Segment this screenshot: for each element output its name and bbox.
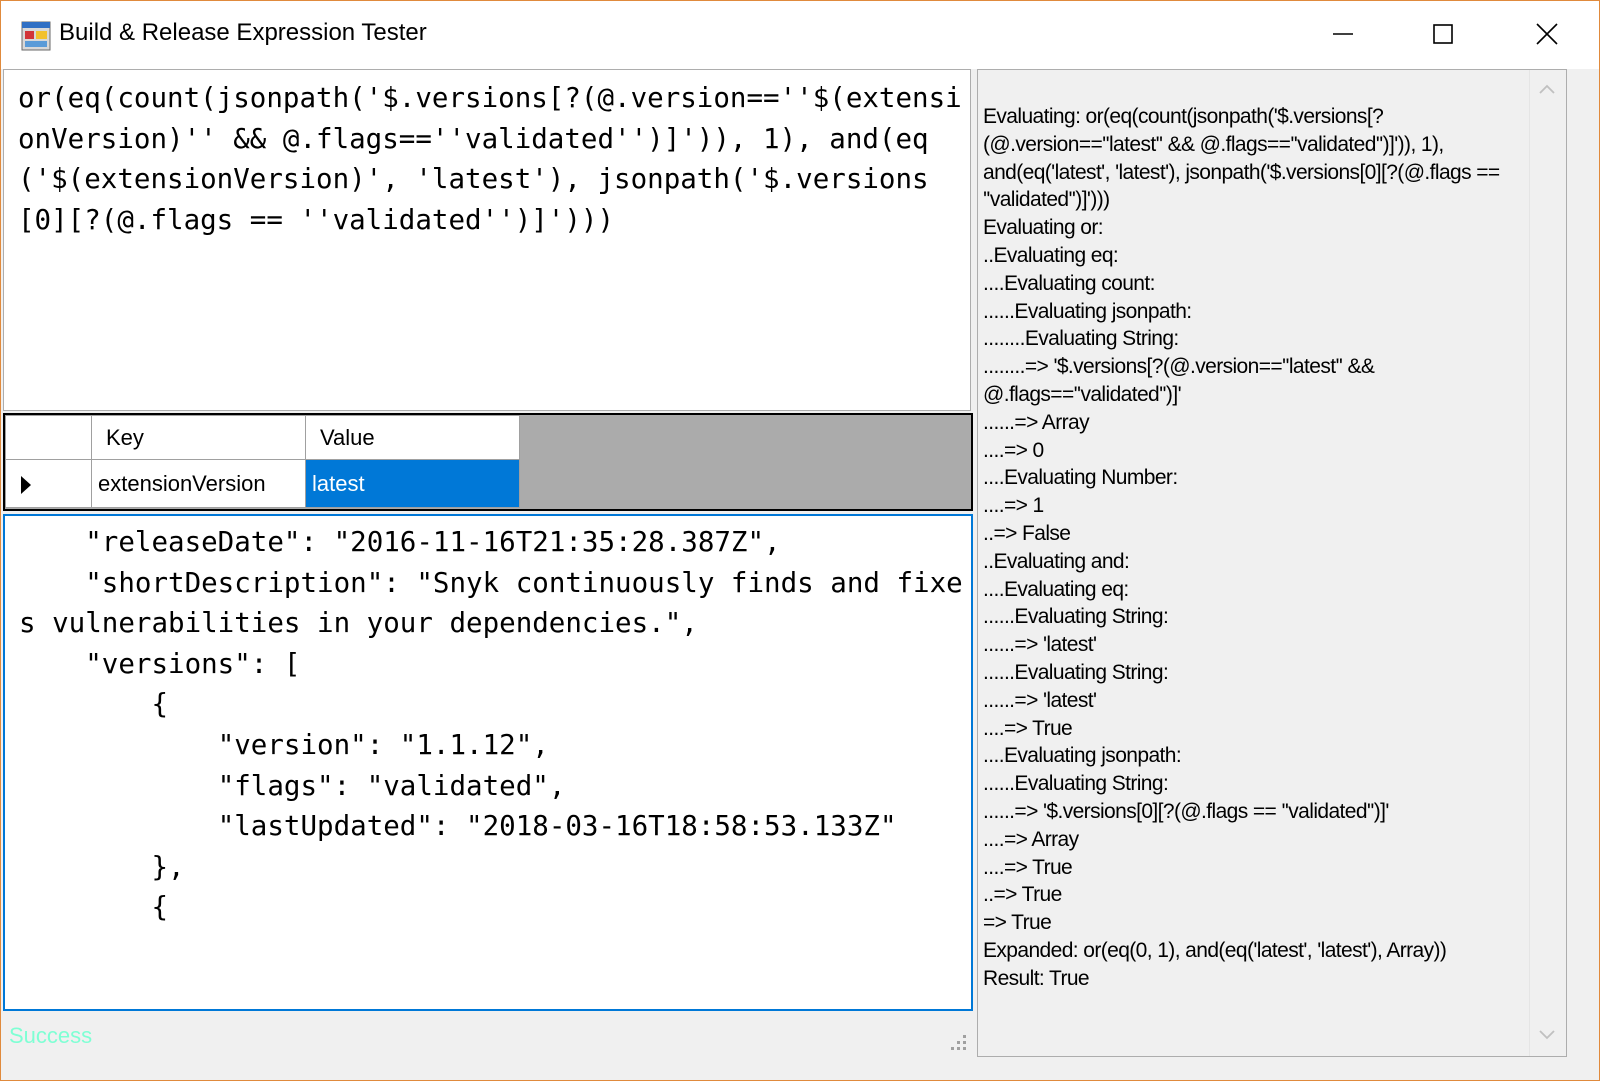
title-bar[interactable]: Build & Release Expression Tester (1, 1, 1599, 69)
close-button[interactable] (1497, 1, 1597, 67)
resize-grip-icon[interactable] (945, 1033, 969, 1055)
scroll-up-icon[interactable] (1538, 82, 1556, 96)
output-textbox[interactable]: Evaluating: or(eq(count(jsonpath('$.vers… (977, 69, 1567, 1057)
variables-table: Key Value extensionVersion latest (5, 415, 520, 508)
app-window: Build & Release Expression Tester or(eq(… (0, 0, 1600, 1081)
column-header-value[interactable]: Value (305, 415, 520, 460)
maximize-icon (1433, 24, 1453, 44)
grid-header-row: Key Value (5, 415, 520, 460)
json-text[interactable]: "releaseDate": "2016-11-16T21:35:28.387Z… (19, 522, 964, 928)
row-header[interactable] (5, 459, 92, 508)
minimize-button[interactable] (1293, 1, 1393, 67)
cell-value[interactable]: latest (305, 459, 520, 508)
expression-textbox[interactable]: or(eq(count(jsonpath('$.versions[?(@.ver… (3, 69, 971, 411)
app-window-icon (21, 21, 51, 51)
output-text[interactable]: Evaluating: or(eq(count(jsonpath('$.vers… (983, 103, 1528, 993)
table-row[interactable]: extensionVersion latest (5, 459, 520, 508)
minimize-icon (1333, 33, 1353, 35)
output-scrollbar[interactable] (1529, 70, 1566, 1056)
close-icon (1536, 23, 1558, 45)
current-row-arrow-icon (21, 476, 31, 494)
scroll-down-icon[interactable] (1538, 1028, 1556, 1042)
row-header-corner[interactable] (5, 415, 92, 460)
cell-key[interactable]: extensionVersion (91, 459, 306, 508)
maximize-button[interactable] (1393, 1, 1493, 67)
window-title: Build & Release Expression Tester (59, 19, 427, 46)
expression-text[interactable]: or(eq(count(jsonpath('$.versions[?(@.ver… (18, 78, 963, 240)
column-header-key[interactable]: Key (91, 415, 306, 460)
json-textbox[interactable]: "releaseDate": "2016-11-16T21:35:28.387Z… (3, 514, 973, 1011)
variables-grid[interactable]: Key Value extensionVersion latest (3, 413, 973, 511)
status-label: Success (9, 1023, 93, 1048)
